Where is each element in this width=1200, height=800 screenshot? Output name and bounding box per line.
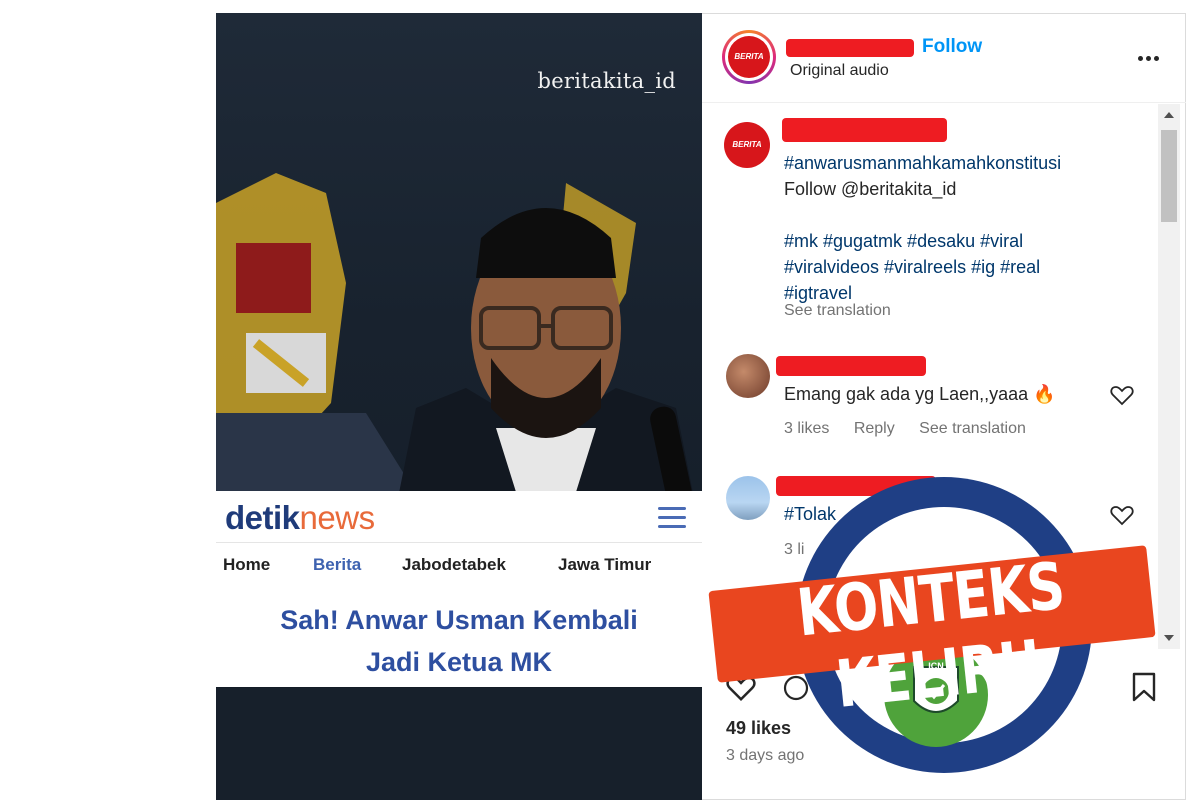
news-nav-jawa-timur: Jawa Timur — [558, 555, 652, 574]
news-nav-berita: Berita — [313, 555, 362, 574]
caption-line[interactable]: #viralvideos #viralreels #ig #real — [784, 254, 1144, 280]
save-bookmark-icon[interactable] — [1130, 672, 1158, 702]
headline-line-1: Sah! Anwar Usman Kembali — [280, 605, 638, 635]
news-article-screenshot: detiknews Home Berita Jabodetabek Jawa T… — [216, 491, 702, 687]
post-panel: BERITA KITA Follow Original audio BERITA… — [702, 13, 1186, 800]
news-nav-jabodetabek: Jabodetabek — [402, 555, 506, 574]
news-headline: Sah! Anwar Usman Kembali Jadi Ketua MK — [216, 599, 702, 683]
logo-news-text: news — [299, 499, 376, 536]
comment-meta: 3 li — [784, 541, 824, 559]
scroll-down-arrow-icon[interactable] — [1164, 635, 1174, 641]
redacted-commenter-name — [776, 476, 936, 496]
comment-text[interactable]: #Tolak — [784, 504, 836, 525]
scroll-thumb[interactable] — [1161, 130, 1177, 222]
account-avatar: BERITA KITA — [728, 36, 770, 103]
story-ring[interactable]: BERITA KITA — [722, 30, 776, 103]
caption-line[interactable]: #anwarusmanmahkamahkonstitusi — [784, 150, 1144, 176]
post-like-count[interactable]: 49 likes — [726, 718, 791, 739]
like-comment-heart-icon[interactable] — [1110, 504, 1134, 526]
caption-avatar[interactable]: BERITA KITA — [724, 122, 770, 195]
video-watermark: beritakita_id — [537, 69, 676, 93]
comments-scrollbar[interactable] — [1158, 104, 1180, 649]
caption-text: #anwarusmanmahkamahkonstitusi Follow @be… — [784, 150, 1144, 306]
like-comment-heart-icon[interactable] — [1110, 384, 1134, 406]
scroll-up-arrow-icon[interactable] — [1164, 112, 1174, 118]
menu-icon — [658, 507, 686, 529]
comments-section[interactable]: BERITA KITA #anwarusmanmahkamahkonstitus… — [702, 104, 1186, 649]
caption-line[interactable]: #mk #gugatmk #desaku #viral — [784, 228, 1144, 254]
comment-reply-button[interactable]: Reply — [854, 420, 895, 437]
follow-button[interactable]: Follow — [922, 36, 982, 58]
comment-likes[interactable]: 3 li — [784, 541, 804, 558]
redacted-commenter-name — [776, 356, 926, 376]
news-nav-home: Home — [223, 555, 271, 574]
detiknews-logo: detiknews — [225, 499, 375, 537]
post-header: BERITA KITA Follow Original audio — [702, 14, 1186, 103]
screenshot-stage: beritakita_id detiknews Home Berita Jabo… — [0, 0, 1200, 800]
comment-see-translation[interactable]: See translation — [919, 420, 1026, 437]
original-audio-link[interactable]: Original audio — [790, 62, 889, 80]
more-options-icon[interactable] — [1138, 48, 1164, 61]
caption-see-translation[interactable]: See translation — [784, 302, 891, 320]
commenter-avatar[interactable] — [726, 476, 770, 520]
post-actions-bar — [702, 662, 1186, 710]
logo-detik-text: detik — [225, 499, 300, 536]
reel-video[interactable]: beritakita_id detiknews Home Berita Jabo… — [216, 13, 702, 800]
caption-line — [784, 202, 1144, 228]
comment-bubble-icon[interactable] — [782, 674, 810, 702]
redacted-caption-username — [782, 118, 947, 142]
speaker-person-image — [396, 208, 696, 508]
post-timestamp[interactable]: 3 days ago — [726, 747, 804, 765]
caption-line: Follow @beritakita_id — [784, 179, 957, 199]
headline-line-2: Jadi Ketua MK — [365, 647, 553, 677]
commenter-avatar[interactable] — [726, 354, 770, 398]
redacted-username — [786, 39, 914, 57]
comment-text: Emang gak ada yg Laen,,yaaa 🔥 — [784, 384, 1056, 404]
like-heart-icon[interactable] — [726, 674, 756, 702]
news-site-header: detiknews — [216, 491, 702, 543]
comment-meta: 3 likes Reply See translation — [784, 420, 1046, 438]
news-site-nav: Home Berita Jabodetabek Jawa Timur — [216, 555, 702, 581]
video-lower-area — [216, 688, 702, 800]
comment-likes[interactable]: 3 likes — [784, 420, 829, 437]
